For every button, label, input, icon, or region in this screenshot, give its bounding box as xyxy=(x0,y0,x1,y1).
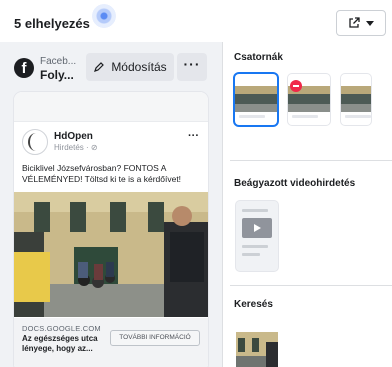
external-link-icon xyxy=(349,17,360,28)
ad-preview-frame: HdOpen Hirdetés · ⊘ ··· Biciklivel Józse… xyxy=(14,92,208,367)
ad-image[interactable] xyxy=(14,192,208,317)
account-name: Faceb... xyxy=(40,56,77,67)
search-heading: Keresés xyxy=(234,299,273,310)
placement-thumb-embedded-video[interactable] xyxy=(236,201,278,271)
play-icon xyxy=(242,218,272,238)
placement-thumb-feed[interactable] xyxy=(235,74,277,125)
preview-panel: f Faceb... Foly... Módosítás ··· HdOpen … xyxy=(0,42,222,367)
embedded-video-heading: Beágyazott videohirdetés xyxy=(234,178,356,189)
unavailable-badge-icon xyxy=(290,80,302,92)
account-selector[interactable]: f Faceb... Foly... xyxy=(14,56,80,86)
page-name[interactable]: HdOpen xyxy=(54,131,93,142)
account-feed-label: Foly... xyxy=(40,68,74,82)
post-more-icon[interactable]: ··· xyxy=(188,130,199,142)
sponsored-label: Hirdetés · ⊘ xyxy=(54,143,98,152)
placement-thumb-partial[interactable] xyxy=(341,74,371,125)
placement-thumb-search[interactable] xyxy=(236,332,278,367)
post-text: Biciklivel Józsefvárosban? FONTOS A VÉLE… xyxy=(22,163,182,184)
more-options-button[interactable]: ··· xyxy=(177,53,207,81)
section-divider xyxy=(230,285,392,286)
learn-more-button[interactable]: TOVÁBBI INFORMÁCIÓ xyxy=(110,330,200,346)
placements-count-title: 5 elhelyezés xyxy=(14,16,90,31)
preview-frame-header xyxy=(14,92,208,122)
link-domain: DOCS.GOOGLE.COM xyxy=(22,324,101,333)
facebook-logo-icon: f xyxy=(14,58,34,78)
caret-down-icon xyxy=(366,20,374,26)
header: 5 elhelyezés xyxy=(0,0,392,44)
link-preview[interactable]: DOCS.GOOGLE.COM Az egészséges utca lénye… xyxy=(14,318,208,367)
edit-button-label: Módosítás xyxy=(111,60,167,74)
edit-button[interactable]: Módosítás xyxy=(86,53,174,81)
page-avatar xyxy=(22,129,48,155)
link-title: Az egészséges utca lényege, hogy az... xyxy=(22,334,98,353)
loading-indicator xyxy=(92,4,116,28)
section-divider xyxy=(230,160,392,161)
export-button[interactable] xyxy=(336,10,386,36)
pencil-icon xyxy=(94,62,105,72)
channels-heading: Csatornák xyxy=(234,52,283,63)
